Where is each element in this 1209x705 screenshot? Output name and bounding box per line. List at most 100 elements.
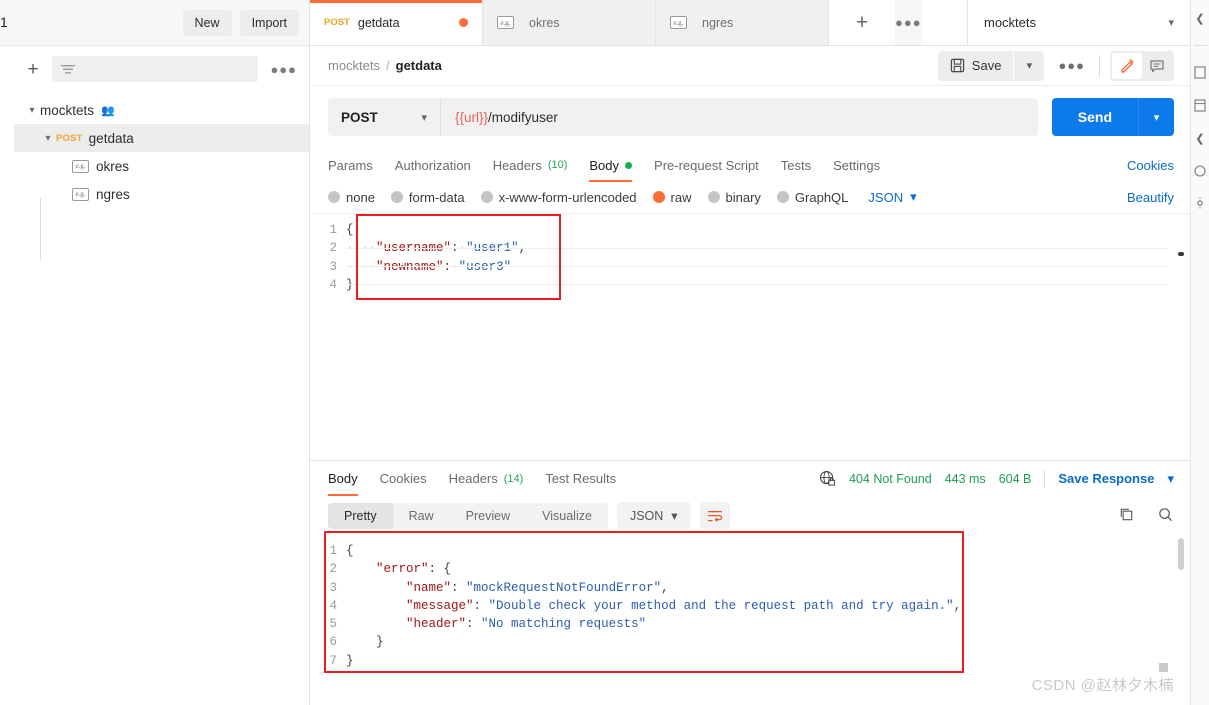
chevron-down-icon: ▾ [45,132,51,144]
http-method-select[interactable]: POST ▾ [328,98,440,136]
breadcrumb-bar: mocktets / getdata Save ▾ ●●● [310,46,1190,86]
body-type-label: GraphQL [794,189,849,205]
tab-pre-request-script[interactable]: Pre-request Script [654,148,759,182]
headers-count: (14) [503,472,524,485]
tab-getdata[interactable]: POST getdata [310,0,483,45]
tab-options-icon[interactable]: ●●● [895,0,922,45]
tab-label: getdata [357,15,400,30]
save-button[interactable]: Save [937,50,1014,81]
tree-item-request-getdata[interactable]: ▾ POST getdata [14,124,309,152]
response-body-viewer[interactable]: 1 2 3 4 5 6 7 { "error": { "name": "mockReques… [310,531,1190,705]
radio-icon [776,191,789,203]
beautify-link[interactable]: Beautify [1127,190,1174,205]
response-view-modes: Pretty Raw Preview Visualize [328,502,608,529]
body-type-raw[interactable]: raw [652,190,692,205]
body-type-graphql[interactable]: GraphQL [776,189,849,205]
import-button[interactable]: Import [239,9,299,36]
response-code-lines: { "error": { "name": "mockRequestNotFoun… [346,542,1190,670]
comment-icon [1150,59,1164,72]
body-type-binary[interactable]: binary [707,190,761,205]
unsaved-indicator-icon [459,18,468,27]
layers-icon[interactable] [1194,99,1206,112]
request-gutter: 1 2 3 4 [310,221,346,294]
search-icon [1159,507,1173,521]
view-mode-preview[interactable]: Preview [450,503,526,529]
panel-icon[interactable] [1194,66,1206,79]
response-tools [1118,506,1174,526]
response-pane: Body Cookies Headers (14) Test Results 4… [310,460,1190,705]
view-mode-visualize[interactable]: Visualize [526,503,608,529]
body-type-label: none [346,189,375,205]
response-toolbar: Pretty Raw Preview Visualize JSON ▾ [310,496,1190,535]
divider [1044,469,1046,488]
tree-item-example-ngres[interactable]: e.g. ngres [14,180,309,208]
floppy-disk-icon [950,58,964,73]
tab-headers[interactable]: Headers (10) [493,148,568,182]
save-response-caret-icon[interactable]: ▾ [1167,471,1174,487]
chevron-down-icon: ▾ [421,111,427,124]
search-button[interactable] [1157,506,1174,526]
code-line: "name": "mockRequestNotFoundError", [406,580,669,595]
tab-body[interactable]: Body [589,148,633,182]
response-format-select[interactable]: JSON ▾ [616,502,691,529]
tree-item-example-okres[interactable]: e.g. okres [14,152,309,180]
response-tab-cookies[interactable]: Cookies [380,462,427,496]
tabstrip-filler [921,0,968,45]
response-tab-test-results[interactable]: Test Results [545,462,616,496]
url-input[interactable]: {{url}}/modifyuser [440,98,1038,136]
response-tab-body[interactable]: Body [328,462,358,496]
request-more-icon[interactable]: ●●● [1044,58,1099,73]
request-body-editor[interactable]: 1234 {····"username":·"user1",····"newna… [310,214,1190,460]
http-method-value: POST [341,109,378,125]
line-number: 3 [329,580,337,595]
raw-format-select[interactable]: JSON ▾ [868,189,916,205]
headers-count: (10) [547,159,568,171]
info-icon[interactable] [1194,165,1206,177]
new-button[interactable]: New [182,9,232,36]
watermark-mark [1159,663,1168,672]
raw-format-value: JSON [868,189,904,205]
tab-tests[interactable]: Tests [781,148,811,182]
send-options-button[interactable]: ▾ [1138,98,1174,136]
tab-settings[interactable]: Settings [833,148,880,182]
tab-label: okres [529,15,560,30]
tab-method: POST [324,17,350,28]
view-mode-pretty[interactable]: Pretty [328,502,393,529]
collection-tree: ▾ mocktets 👥 ▾ POST getdata e.g. okres e… [14,96,309,260]
tab-params[interactable]: Params [328,148,373,182]
breadcrumb-collection[interactable]: mocktets [328,58,380,73]
body-type-form-data[interactable]: form-data [390,190,465,205]
body-type-none[interactable]: none [328,190,375,205]
chevron-left-icon[interactable]: ❮ [1195,12,1204,25]
response-code: 1 2 3 4 5 6 7 { "error": { "name": "mockReques… [310,535,1190,670]
wrap-lines-button[interactable] [699,502,730,529]
wrap-lines-icon [707,510,722,522]
tree-item-collection[interactable]: ▾ mocktets 👥 [14,96,309,124]
view-mode-raw[interactable]: Raw [393,503,450,529]
tab-ngres[interactable]: e.g. ngres [656,0,829,45]
send-button[interactable]: Send [1051,98,1138,136]
environment-selector[interactable]: mocktets ▾ [968,0,1190,45]
tab-authorization[interactable]: Authorization [395,148,471,182]
sidebar-more-icon[interactable]: ●●● [266,62,301,77]
response-tab-headers[interactable]: Headers (14) [449,462,524,496]
tab-okres[interactable]: e.g. okres [483,0,656,45]
code-icon[interactable]: ❮ [1195,132,1204,145]
line-number: 1 [329,223,337,237]
comment-button[interactable] [1142,53,1172,79]
add-icon[interactable]: + [22,58,44,80]
line-number: 2 [329,562,337,577]
save-response-button[interactable]: Save Response [1058,471,1154,486]
search-input[interactable] [52,56,259,82]
team-icon: 👥 [101,104,115,117]
settings-icon[interactable] [1194,197,1206,209]
request-method-tag: POST [56,132,83,144]
copy-button[interactable] [1118,506,1135,526]
response-gutter: 1 2 3 4 5 6 7 [310,542,346,670]
edit-button[interactable] [1112,52,1142,79]
code-line: } [346,276,1190,294]
save-options-button[interactable]: ▾ [1014,50,1045,81]
new-tab-icon[interactable]: + [829,0,895,45]
cookies-link[interactable]: Cookies [1127,158,1174,173]
body-type-urlencoded[interactable]: x-www-form-urlencoded [480,190,637,205]
